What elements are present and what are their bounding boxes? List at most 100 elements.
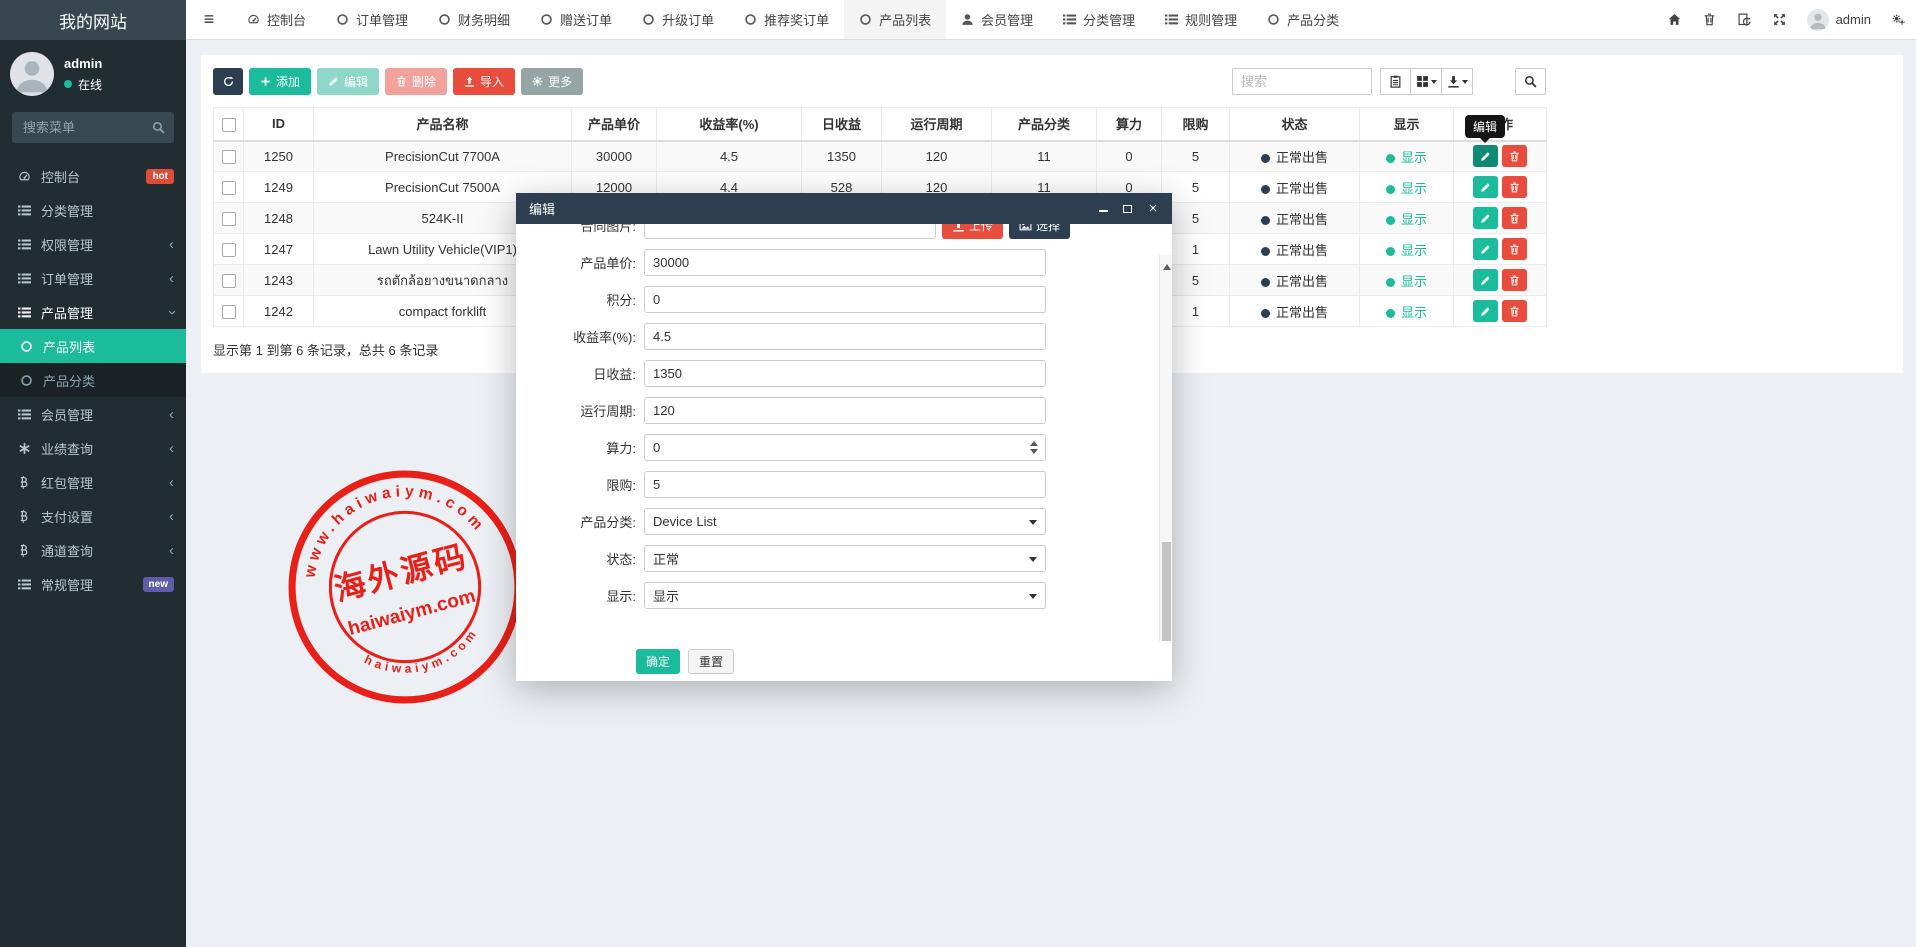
field-select[interactable]: 正常 (644, 545, 1046, 572)
sidebar-item-4[interactable]: 产品管理 ‹ (0, 295, 186, 329)
row-checkbox[interactable] (222, 274, 236, 288)
cell-display: 显示 (1360, 265, 1454, 296)
row-checkbox[interactable] (222, 305, 236, 319)
tab-3[interactable]: 赠送订单 (525, 0, 627, 39)
row-edit-button[interactable] (1473, 207, 1498, 229)
sidebar-item-2[interactable]: 权限管理 ‹ (0, 227, 186, 261)
column-header[interactable]: 产品分类 (992, 108, 1097, 141)
field-text[interactable]: 120 (644, 397, 1046, 424)
spinner-icon[interactable] (1030, 441, 1038, 454)
dialog-scrollbar[interactable] (1159, 255, 1172, 641)
edit-tooltip: 编辑 (1465, 115, 1505, 138)
sidebar-item-5[interactable]: 产品列表 (0, 329, 186, 363)
tab-2[interactable]: 财务明细 (423, 0, 525, 39)
tab-6[interactable]: 产品列表 (844, 0, 946, 39)
field-number[interactable]: 0 (644, 434, 1046, 461)
tab-5[interactable]: 推荐奖订单 (729, 0, 844, 39)
sidebar-item-3[interactable]: 订单管理 ‹ (0, 261, 186, 295)
refresh-button[interactable] (213, 68, 243, 95)
field-text[interactable]: 1350 (644, 360, 1046, 387)
sidebar-item-0[interactable]: 控制台 hot (0, 159, 186, 193)
column-header[interactable]: 产品单价 (572, 108, 657, 141)
clipboard-button[interactable] (1380, 68, 1411, 95)
sidebar-search-input[interactable] (12, 112, 174, 143)
download-button[interactable] (1442, 68, 1473, 95)
column-header[interactable]: ID (244, 108, 314, 141)
scroll-up-icon[interactable] (1163, 260, 1171, 270)
upload-button[interactable]: 上传 (942, 224, 1003, 239)
choose-button[interactable]: 选择 (1009, 224, 1070, 239)
close-icon[interactable]: × (1147, 203, 1159, 215)
row-checkbox[interactable] (222, 150, 236, 164)
home-button[interactable] (1657, 0, 1692, 39)
row-delete-button[interactable] (1502, 300, 1527, 322)
row-edit-button[interactable] (1473, 145, 1498, 167)
field-text[interactable]: 4.5 (644, 323, 1046, 350)
field-select[interactable]: 显示 (644, 582, 1046, 609)
sidebar-toggle-button[interactable]: ≡ (186, 0, 232, 39)
sidebar-item-10[interactable]: 支付设置 ‹ (0, 499, 186, 533)
trash-button[interactable] (1692, 0, 1727, 39)
grid-button[interactable] (1411, 68, 1442, 95)
row-checkbox[interactable] (222, 243, 236, 257)
row-delete-button[interactable] (1502, 269, 1527, 291)
column-header[interactable]: 日收益 (802, 108, 882, 141)
row-edit-button[interactable] (1473, 300, 1498, 322)
expand-button[interactable] (1762, 0, 1797, 39)
tab-4[interactable]: 升级订单 (627, 0, 729, 39)
row-edit-button[interactable] (1473, 176, 1498, 198)
settings-button[interactable] (1881, 0, 1916, 39)
maximize-icon[interactable] (1123, 205, 1132, 213)
select-all-checkbox[interactable] (222, 118, 236, 132)
row-delete-button[interactable] (1502, 238, 1527, 260)
sidebar-item-1[interactable]: 分类管理 (0, 193, 186, 227)
refresh-page-button[interactable] (1727, 0, 1762, 39)
column-header[interactable]: 算力 (1097, 108, 1162, 141)
delete-button[interactable]: 删除 (385, 68, 447, 95)
tab-0[interactable]: 控制台 (232, 0, 321, 39)
tab-7[interactable]: 会员管理 (946, 0, 1048, 39)
field-text[interactable]: 30000 (644, 249, 1046, 276)
table-search-input[interactable] (1232, 68, 1372, 95)
minimize-icon[interactable] (1099, 205, 1108, 212)
dialog-titlebar[interactable]: 编辑 × (516, 193, 1172, 224)
search-icon (152, 121, 165, 134)
sidebar-item-8[interactable]: 业绩查询 ‹ (0, 431, 186, 465)
field-text[interactable]: 5 (644, 471, 1046, 498)
sidebar-item-12[interactable]: 常规管理 new (0, 567, 186, 601)
field-text[interactable]: 0 (644, 286, 1046, 313)
column-header[interactable]: 产品名称 (314, 108, 572, 141)
row-delete-button[interactable] (1502, 145, 1527, 167)
tab-10[interactable]: 产品分类 (1252, 0, 1354, 39)
user-menu[interactable]: admin (1797, 0, 1881, 39)
column-header[interactable]: 状态 (1230, 108, 1360, 141)
row-delete-button[interactable] (1502, 207, 1527, 229)
sidebar-item-7[interactable]: 会员管理 ‹ (0, 397, 186, 431)
field-select[interactable]: Device List (644, 508, 1046, 535)
row-delete-button[interactable] (1502, 176, 1527, 198)
tab-8[interactable]: 分类管理 (1048, 0, 1150, 39)
column-header[interactable]: 运行周期 (882, 108, 992, 141)
import-button[interactable]: 导入 (453, 68, 515, 95)
column-header[interactable]: 显示 (1360, 108, 1454, 141)
row-edit-button[interactable] (1473, 238, 1498, 260)
column-header[interactable]: 收益率(%) (657, 108, 802, 141)
column-header[interactable]: 限购 (1162, 108, 1230, 141)
add-button[interactable]: 添加 (249, 68, 311, 95)
confirm-button[interactable]: 确定 (636, 649, 680, 674)
scrollbar-thumb[interactable] (1162, 542, 1171, 641)
reset-button[interactable]: 重置 (688, 649, 734, 674)
tab-1[interactable]: 订单管理 (321, 0, 423, 39)
edit-button[interactable]: 编辑 (317, 68, 379, 95)
sidebar-item-9[interactable]: 红包管理 ‹ (0, 465, 186, 499)
row-edit-button[interactable] (1473, 269, 1498, 291)
sidebar-item-11[interactable]: 通道查询 ‹ (0, 533, 186, 567)
row-checkbox[interactable] (222, 181, 236, 195)
contract-image-input[interactable] (644, 224, 936, 239)
row-checkbox[interactable] (222, 212, 236, 226)
cell-actions (1454, 296, 1547, 327)
sidebar-item-6[interactable]: 产品分类 (0, 363, 186, 397)
more-button[interactable]: 更多 (521, 68, 583, 95)
search-button[interactable] (1515, 68, 1546, 95)
tab-9[interactable]: 规则管理 (1150, 0, 1252, 39)
